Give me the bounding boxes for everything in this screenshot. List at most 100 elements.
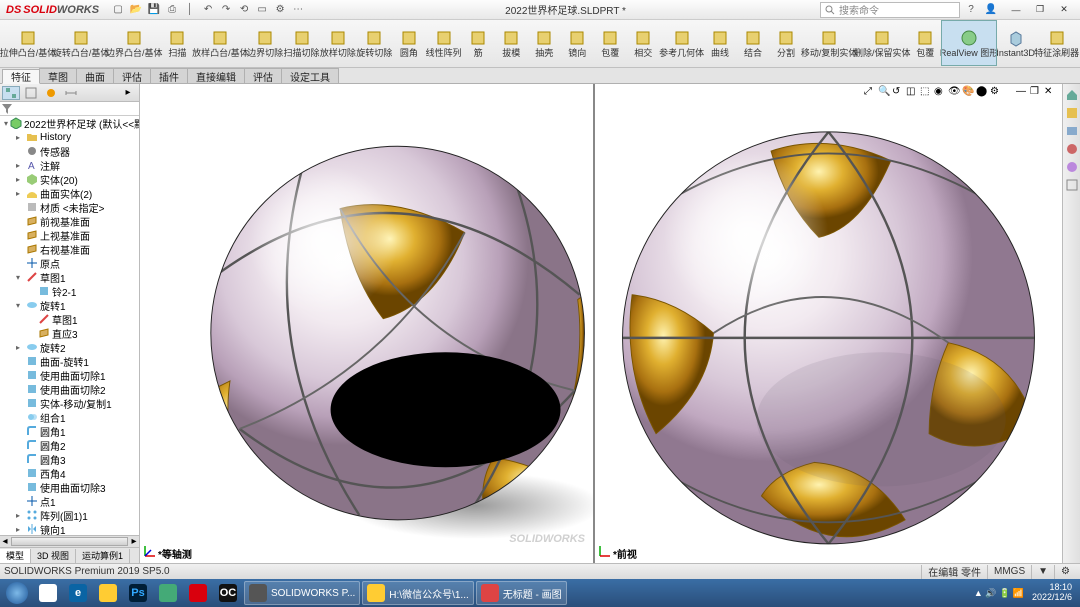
command-tab[interactable]: 曲面 — [76, 68, 114, 83]
taskpane-home-icon[interactable] — [1065, 88, 1079, 102]
ftree-item[interactable]: ▸旋转2 — [0, 340, 139, 354]
ftree-item[interactable]: ▸History — [0, 130, 139, 144]
ftree-item[interactable]: ▸实体(20) — [0, 172, 139, 186]
ftree-tab-config-icon[interactable] — [42, 86, 60, 100]
status-units[interactable]: MMGS — [987, 565, 1031, 579]
viewport-front[interactable]: ⤢ 🔍 ↺ ◫ ⬚ ◉ 👁 🎨 ⬤ ⚙ — ❐ ✕ — [595, 84, 1062, 563]
expand-icon[interactable]: ▸ — [16, 525, 24, 534]
expand-icon[interactable]: ▸ — [16, 161, 24, 170]
ribbon-split-button[interactable]: 分割 — [770, 21, 802, 65]
restore-button[interactable]: ❐ — [1028, 2, 1052, 18]
status-dropdown-icon[interactable]: ▼ — [1031, 565, 1054, 579]
ftree-item[interactable]: 圆角2 — [0, 438, 139, 452]
tray-icons[interactable]: ▲ 🔊 🔋 📶 — [974, 588, 1024, 599]
ftree-item[interactable]: 使用曲面切除1 — [0, 368, 139, 382]
taskpane-explorer-icon[interactable] — [1065, 124, 1079, 138]
taskbar-item[interactable]: OC — [214, 581, 242, 605]
taskpane-appearance-icon[interactable] — [1065, 160, 1079, 174]
ribbon-realview-button[interactable]: RealView 图形 — [942, 21, 996, 65]
ftree-filter-bar[interactable] — [0, 102, 139, 116]
zoom-fit-icon[interactable]: ⤢ — [864, 86, 876, 98]
qat-rebuild-icon[interactable]: ⟲ — [237, 3, 251, 17]
ribbon-refgeo-button[interactable]: 参考几何体 — [660, 21, 703, 65]
status-gear-icon[interactable]: ⚙ — [1054, 565, 1076, 579]
ribbon-revolve_cut-button[interactable]: 旋转切除 — [357, 21, 392, 65]
ribbon-instant3d-button[interactable]: Instant3D — [997, 21, 1034, 65]
ribbon-fillet-button[interactable]: 圆角 — [393, 21, 425, 65]
ftree-item[interactable]: ▸阵列(圆1)1 — [0, 508, 139, 522]
taskpane-props-icon[interactable] — [1065, 178, 1079, 192]
ribbon-wrap2-button[interactable]: 包覆 — [909, 21, 941, 65]
qat-opts-icon[interactable]: ⚙ — [273, 3, 287, 17]
ftree-item[interactable]: 上视基准面 — [0, 228, 139, 242]
expand-icon[interactable]: ▸ — [16, 511, 24, 520]
qat-new-icon[interactable]: ▢ — [111, 3, 125, 17]
ribbon-boundary_cut-button[interactable]: 边界切除 — [247, 21, 282, 65]
ribbon-rib-button[interactable]: 筋 — [462, 21, 494, 65]
taskbar-item[interactable] — [2, 581, 32, 605]
ftree-item[interactable]: ▸镜向1 — [0, 522, 139, 535]
ftree-item[interactable]: 草图1 — [0, 312, 139, 326]
ribbon-shell-button[interactable]: 抽壳 — [528, 21, 560, 65]
qat-more-icon[interactable]: ⋯ — [291, 3, 305, 17]
expand-icon[interactable]: ▸ — [16, 343, 24, 352]
ftree-item[interactable]: ▸曲面实体(2) — [0, 186, 139, 200]
user-icon[interactable]: 👤 — [984, 3, 998, 17]
viewport-isometric[interactable]: *等轴测 SOLIDWORKS — [140, 84, 595, 563]
taskbar-item[interactable]: Ps — [124, 581, 152, 605]
ftree-tab-tree-icon[interactable] — [2, 86, 20, 100]
taskbar-tray[interactable]: ▲ 🔊 🔋 📶18:102022/12/6 — [974, 583, 1078, 603]
command-search[interactable]: 搜索命令 — [820, 2, 960, 18]
view-orient-icon[interactable]: ⬚ — [920, 86, 932, 98]
ribbon-swept_cut-button[interactable]: 扫描切除 — [284, 21, 319, 65]
ftree-item[interactable]: 使用曲面切除3 — [0, 480, 139, 494]
qat-print-icon[interactable]: ⎙ — [165, 3, 179, 17]
ribbon-revolve_boss-button[interactable]: 旋转凸台/基体 — [55, 21, 107, 65]
ftree-tab-dim-icon[interactable] — [62, 86, 80, 100]
taskbar-item[interactable]: H:\微信公众号\1... — [362, 581, 473, 605]
view-settings-icon[interactable]: ⚙ — [990, 86, 1002, 98]
appearance-icon[interactable]: 🎨 — [962, 86, 974, 98]
hide-show-icon[interactable]: 👁 — [948, 86, 960, 98]
ftree-item[interactable]: 铃2-1 — [0, 284, 139, 298]
taskpane-view-icon[interactable] — [1065, 142, 1079, 156]
qat-undo-icon[interactable]: ↶ — [201, 3, 215, 17]
vp-min-icon[interactable]: — — [1016, 86, 1028, 98]
command-tab[interactable]: 特征 — [2, 69, 40, 84]
command-tab[interactable]: 评估 — [244, 68, 282, 83]
ribbon-boundary_boss-button[interactable]: 边界凸台/基体 — [108, 21, 160, 65]
help-icon[interactable]: ? — [964, 3, 978, 17]
ftree-root[interactable]: ▾ 2022世界杯足球 (默认<<默认>_显 — [0, 116, 139, 130]
graphics-area[interactable]: *等轴测 SOLIDWORKS ⤢ 🔍 ↺ ◫ ⬚ ◉ 👁 🎨 ⬤ ⚙ — [140, 84, 1080, 563]
ftree-item[interactable]: 材质 <未指定> — [0, 200, 139, 214]
taskbar-item[interactable] — [94, 581, 122, 605]
ftree-item[interactable]: 点1 — [0, 494, 139, 508]
ftree-item[interactable]: 原点 — [0, 256, 139, 270]
ribbon-delete_body-button[interactable]: 删除/保留实体 — [856, 21, 908, 65]
ftree-item[interactable]: 组合1 — [0, 410, 139, 424]
expand-icon[interactable]: ▾ — [16, 273, 24, 282]
ribbon-pattern-button[interactable]: 线性阵列 — [426, 21, 461, 65]
ftree-item[interactable]: 使用曲面切除2 — [0, 382, 139, 396]
ftree-item[interactable]: 传感器 — [0, 144, 139, 158]
ftree-bottom-tab[interactable]: 模型 — [0, 549, 31, 563]
command-tab[interactable]: 草图 — [39, 68, 77, 83]
ribbon-loft_cut-button[interactable]: 放样切除 — [320, 21, 355, 65]
taskbar-item[interactable] — [184, 581, 212, 605]
ftree-item[interactable]: 直应3 — [0, 326, 139, 340]
taskbar-item[interactable]: e — [64, 581, 92, 605]
expand-icon[interactable]: ▸ — [16, 133, 24, 142]
minimize-button[interactable]: — — [1004, 2, 1028, 18]
prev-view-icon[interactable]: ↺ — [892, 86, 904, 98]
zoom-area-icon[interactable]: 🔍 — [878, 86, 890, 98]
vp-close-icon[interactable]: ✕ — [1044, 86, 1056, 98]
command-tab[interactable]: 设定工具 — [281, 68, 339, 83]
ftree-item[interactable]: 圆角3 — [0, 452, 139, 466]
ftree-item[interactable]: 右视基准面 — [0, 242, 139, 256]
section-icon[interactable]: ◫ — [906, 86, 918, 98]
ftree-item[interactable]: 圆角1 — [0, 424, 139, 438]
ftree-bottom-tab[interactable]: 运动算例1 — [76, 549, 130, 563]
ribbon-combine-button[interactable]: 结合 — [737, 21, 769, 65]
ftree-hscroll[interactable]: ◂ ▸ — [0, 535, 139, 547]
taskpane-lib-icon[interactable] — [1065, 106, 1079, 120]
